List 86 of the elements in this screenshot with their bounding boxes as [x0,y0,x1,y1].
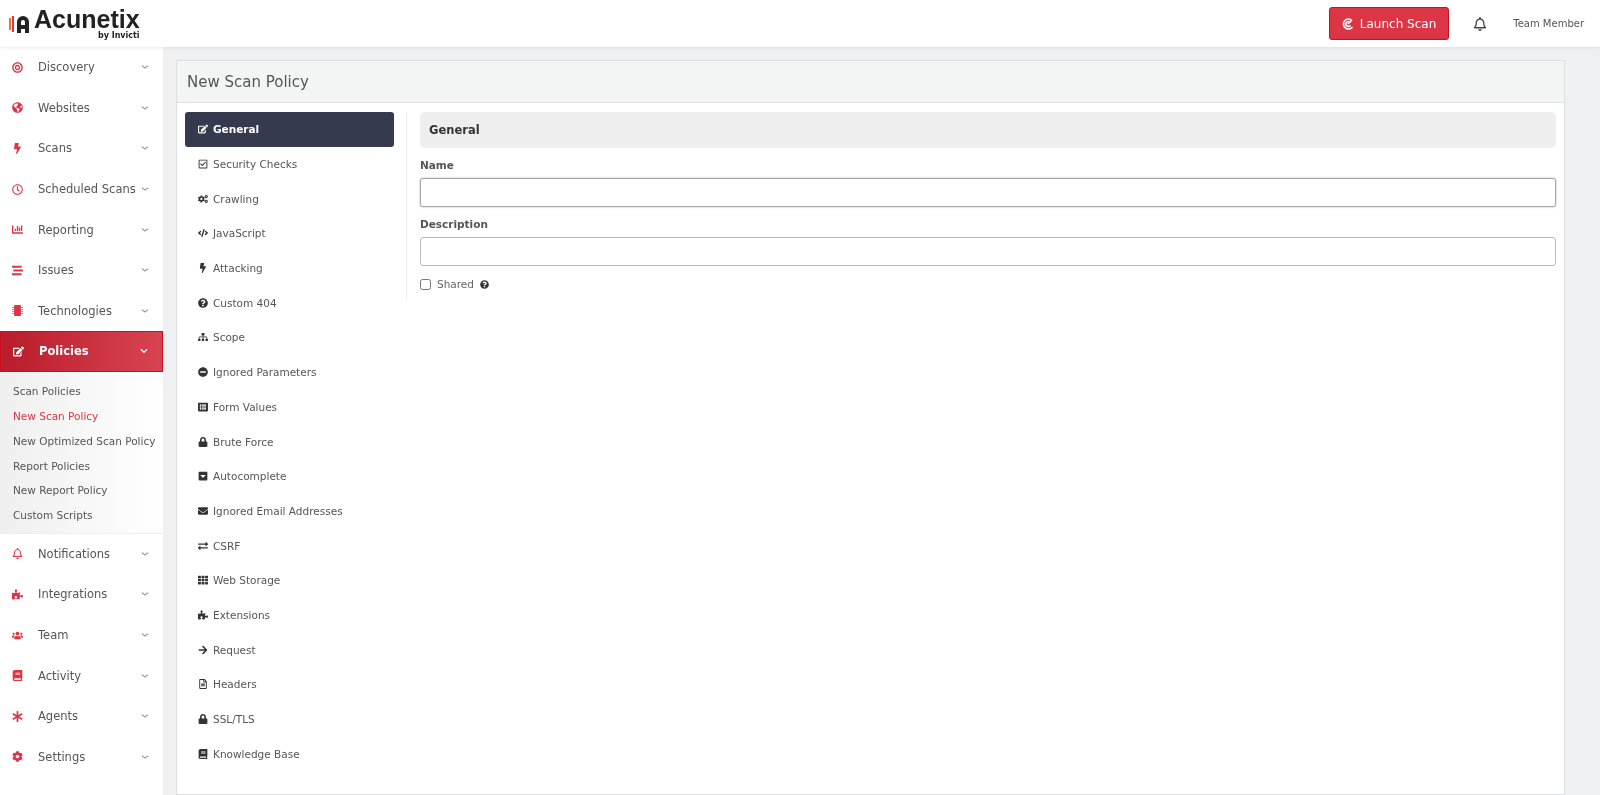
sidebar-item[interactable]: Reporting [0,209,163,250]
section-tab[interactable]: SSL/TLS [185,701,394,737]
edit-icon [198,124,208,135]
section-tab[interactable]: Autocomplete [185,458,394,494]
section-heading: General [420,112,1556,148]
sidebar-item[interactable]: Settings [0,736,163,778]
section-tab[interactable]: JavaScript [185,216,394,251]
envelope-icon [198,505,208,516]
section-tab[interactable]: Crawling [185,181,394,217]
sidebar-item[interactable]: Technologies [0,290,163,332]
bell-icon [12,548,23,560]
sidebar-item[interactable]: Scheduled Scans [0,168,163,210]
arrow-right-icon [198,644,208,655]
description-input-field[interactable] [420,237,1556,266]
chip-icon [12,305,23,317]
section-tab[interactable]: Form Values [185,389,394,425]
section-tab[interactable]: Ignored Parameters [185,354,394,390]
sidebar-item[interactable]: Issues [0,249,163,291]
users-icon [12,629,23,641]
sidebar-item[interactable]: Agents [0,695,163,737]
name-input-field[interactable] [420,178,1556,207]
sidebar-item[interactable]: Discovery [0,47,163,88]
gear-icon [12,751,23,763]
document-icon [198,679,208,690]
book-icon [12,670,23,682]
checkbox-label: Shared [437,278,474,290]
shared-checkbox[interactable] [420,278,431,290]
logo-text: Acunetix [34,7,140,32]
puzzle-icon [12,588,23,600]
field-label: Description [420,218,489,230]
bolt-icon [198,263,208,274]
puzzle-icon [198,609,208,620]
field-label: Name [420,159,455,171]
page-title: New Scan Policy [177,61,1564,103]
section-tab[interactable]: General [185,112,394,147]
section-tab[interactable]: Scope [185,320,394,355]
gears-icon [198,193,208,204]
section-tab[interactable]: Custom 404 [185,285,394,321]
section-tab[interactable]: CSRF [185,528,394,563]
submenu-item[interactable]: New Scan Policy [0,403,163,429]
grid-icon [198,575,208,586]
book-icon [198,748,208,759]
sidebar-item[interactable]: Activity [0,655,163,696]
asterisk-icon [12,710,23,722]
section-tab[interactable]: Security Checks [185,146,394,182]
sidebar-item[interactable]: Websites [0,87,163,129]
target-icon [12,61,23,73]
submenu-item[interactable]: New Report Policy [0,477,163,503]
help-icon[interactable] [479,279,489,289]
submenu-item[interactable]: Report Policies [0,453,163,478]
sidebar-item[interactable]: Scans [0,128,163,169]
sidebar-item[interactable]: Policies [0,331,163,372]
logo-subtitle: by Invicti [97,32,140,40]
list-icon [12,264,23,276]
lock-icon [198,714,208,725]
bar-chart-icon [12,224,23,236]
globe-icon [12,102,23,114]
user-menu[interactable]: Team Member [1513,18,1584,29]
edit-icon [13,345,24,357]
checkbox-icon [198,159,208,170]
section-tab[interactable]: Brute Force [185,424,394,459]
clock-icon [12,183,23,195]
section-tab[interactable]: Ignored Email Addresses [185,493,394,529]
bolt-icon [12,143,23,154]
list-icon [198,401,208,412]
submenu-item[interactable]: New Optimized Scan Policy [0,428,163,454]
launch-scan-button[interactable]: Launch Scan [1328,7,1450,40]
dropdown-icon [198,471,208,482]
section-tab[interactable]: Headers [185,667,394,702]
section-tab[interactable]: Web Storage [185,562,394,598]
bell-icon[interactable] [1473,16,1488,31]
submenu-item[interactable]: Custom Scripts [0,502,163,528]
radar-icon [1341,17,1354,30]
question-icon [198,297,208,308]
exchange-icon [198,540,208,551]
submenu-item[interactable]: Scan Policies [0,378,163,404]
sidebar-item[interactable]: Notifications [0,533,163,575]
lock-icon [198,436,208,447]
section-tab[interactable]: Knowledge Base [185,736,394,772]
sidebar-item[interactable]: Team [0,614,163,656]
section-tab[interactable]: Extensions [185,597,394,633]
sitemap-icon [198,332,208,343]
sidebar-item[interactable]: Integrations [0,574,163,615]
section-tab[interactable]: Request [185,632,394,667]
code-icon [198,228,208,239]
section-tab[interactable]: Attacking [185,250,394,286]
